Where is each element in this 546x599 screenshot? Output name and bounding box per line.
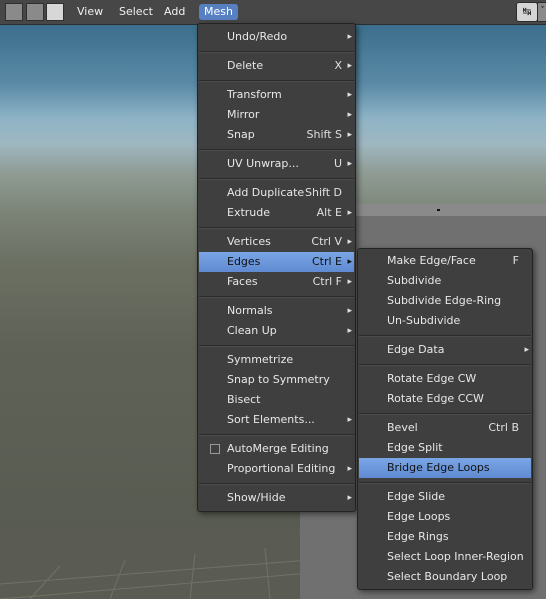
menu-item-vertices[interactable]: Vertices Ctrl V ▸ [199,232,354,252]
menu-item-edge-data[interactable]: Edge Data ▸ [359,340,531,360]
chevron-right-icon: ▸ [347,237,352,247]
menu-item-mirror[interactable]: Mirror ▸ [199,105,354,125]
menu-item-bisect[interactable]: Bisect [199,390,354,410]
separator [359,364,531,366]
menu-item-undo-redo[interactable]: Undo/Redo ▸ [199,27,354,47]
menu-mesh[interactable]: Mesh [199,4,238,20]
separator [199,483,354,485]
separator [199,227,354,229]
menu-item-add-duplicate[interactable]: Add Duplicate Shift D [199,183,354,203]
separator [199,345,354,347]
separator [199,80,354,82]
menu-item-delete[interactable]: Delete X ▸ [199,56,354,76]
menu-item-extrude[interactable]: Extrude Alt E ▸ [199,203,354,223]
menu-item-edge-loops[interactable]: Edge Loops [359,507,531,527]
chevron-right-icon: ▸ [524,345,529,355]
chevron-right-icon: ▸ [347,110,352,120]
menu-item-bevel[interactable]: Bevel Ctrl B [359,418,531,438]
chevron-right-icon: ▸ [347,257,352,267]
menu-item-select-loop-inner-region[interactable]: Select Loop Inner-Region [359,547,531,567]
chevron-right-icon: ▸ [347,306,352,316]
menu-item-automerge-editing[interactable]: AutoMerge Editing [199,439,354,459]
checkbox-icon[interactable] [210,444,220,454]
menu-item-make-edge-face[interactable]: Make Edge/Face F [359,251,531,271]
chevron-right-icon: ▸ [347,326,352,336]
chevron-right-icon: ▸ [347,90,352,100]
menu-item-bridge-edge-loops[interactable]: Bridge Edge Loops [359,458,531,478]
vertex-marker [437,209,440,211]
chevron-right-icon: ▸ [347,61,352,71]
separator [359,335,531,337]
menu-view[interactable]: View [72,4,108,20]
floor-grid [0,529,310,599]
chevron-right-icon: ▸ [347,277,352,287]
chevron-right-icon: ▸ [347,159,352,169]
menu-item-edge-rings[interactable]: Edge Rings [359,527,531,547]
separator [199,178,354,180]
chevron-right-icon: ▸ [347,464,352,474]
menu-add[interactable]: Add [159,4,190,20]
menu-item-subdivide-edge-ring[interactable]: Subdivide Edge-Ring [359,291,531,311]
menu-item-un-subdivide[interactable]: Un-Subdivide [359,311,531,331]
separator [199,149,354,151]
chevron-right-icon: ▸ [347,493,352,503]
separator [359,413,531,415]
menu-item-edge-slide[interactable]: Edge Slide [359,487,531,507]
menu-item-subdivide[interactable]: Subdivide [359,271,531,291]
chevron-right-icon: ▸ [347,130,352,140]
menu-item-snap[interactable]: Snap Shift S ▸ [199,125,354,145]
chevron-down-icon[interactable]: ˅ [537,2,546,22]
mesh-object-top [354,204,546,216]
edges-submenu: Make Edge/Face F Subdivide Subdivide Edg… [357,248,533,590]
chevron-right-icon: ▸ [347,415,352,425]
menu-item-snap-to-symmetry[interactable]: Snap to Symmetry [199,370,354,390]
menu-item-select-boundary-loop[interactable]: Select Boundary Loop [359,567,531,587]
menu-item-clean-up[interactable]: Clean Up ▸ [199,321,354,341]
face-select-mode-icon[interactable] [46,3,64,21]
separator [359,482,531,484]
menu-item-transform[interactable]: Transform ▸ [199,85,354,105]
menu-item-sort-elements[interactable]: Sort Elements... ▸ [199,410,354,430]
menu-item-uv-unwrap[interactable]: UV Unwrap... U ▸ [199,154,354,174]
menu-item-edges[interactable]: Edges Ctrl E ▸ [199,252,354,272]
menu-item-proportional-editing[interactable]: Proportional Editing ▸ [199,459,354,479]
menu-select[interactable]: Select [114,4,158,20]
menu-item-normals[interactable]: Normals ▸ [199,301,354,321]
menu-item-show-hide[interactable]: Show/Hide ▸ [199,488,354,508]
separator [199,296,354,298]
viewport-header: View Select Add Mesh ↹ ˅ [0,0,546,25]
separator [199,51,354,53]
menu-item-rotate-edge-ccw[interactable]: Rotate Edge CCW [359,389,531,409]
transform-axes-icon[interactable]: ↹ [516,2,538,22]
vertex-select-mode-icon[interactable] [5,3,23,21]
menu-item-symmetrize[interactable]: Symmetrize [199,350,354,370]
edge-select-mode-icon[interactable] [26,3,44,21]
mesh-menu: Undo/Redo ▸ Delete X ▸ Transform ▸ Mirro… [197,23,356,512]
menu-item-faces[interactable]: Faces Ctrl F ▸ [199,272,354,292]
chevron-right-icon: ▸ [347,208,352,218]
chevron-right-icon: ▸ [347,32,352,42]
separator [199,434,354,436]
menu-item-rotate-edge-cw[interactable]: Rotate Edge CW [359,369,531,389]
menu-item-edge-split[interactable]: Edge Split [359,438,531,458]
